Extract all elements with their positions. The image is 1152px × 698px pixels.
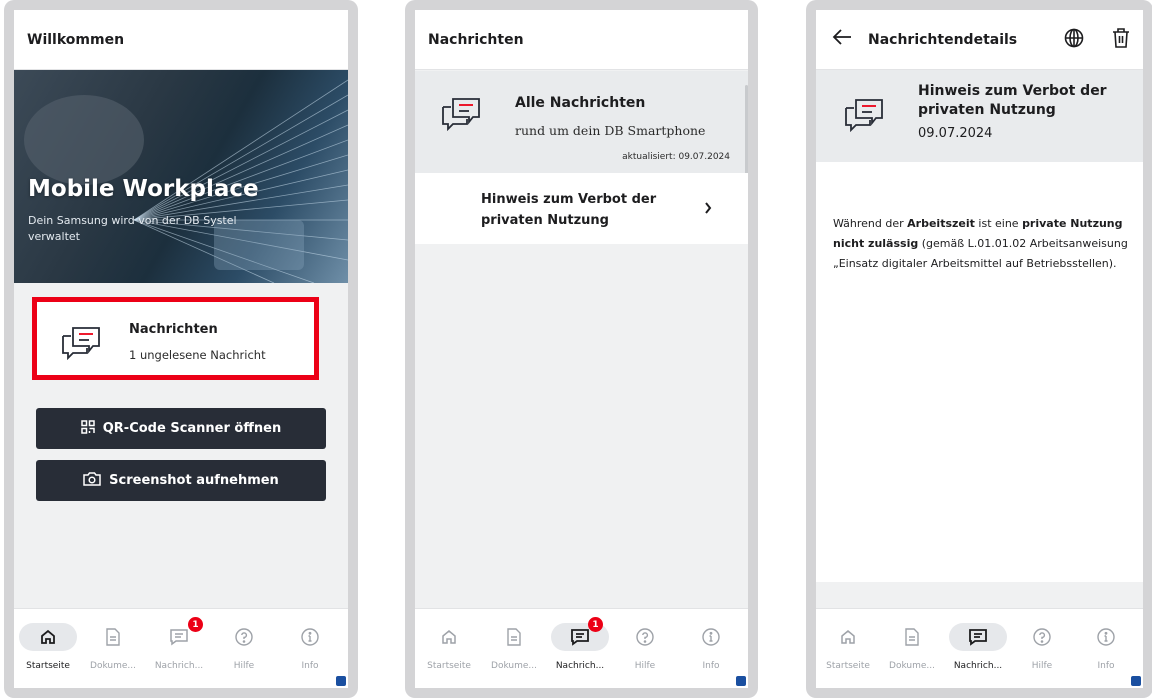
lock-icon: [1131, 676, 1141, 686]
nav-label: Hilfe: [233, 661, 255, 671]
messages-card[interactable]: Nachrichten 1 ungelesene Nachricht: [32, 297, 319, 380]
nav-label: Hilfe: [634, 661, 656, 671]
qr-scanner-label: QR-Code Scanner öffnen: [102, 421, 282, 436]
bottom-navigation: Startseite Dokume... 1 Nachrich... Hilfe…: [14, 608, 348, 688]
info-icon: [281, 623, 339, 651]
page-title: Nachrichten: [428, 31, 524, 48]
messages-card-title: Nachrichten: [129, 322, 218, 337]
hero-subtitle: Dein Samsung wird von der DB Systel verw…: [28, 214, 237, 243]
globe-icon[interactable]: [1064, 28, 1084, 52]
message-text-part: ist eine: [974, 217, 1023, 230]
document-icon: [883, 623, 941, 651]
back-arrow-icon[interactable]: [832, 28, 852, 50]
chevron-right-icon: [704, 199, 712, 218]
home-icon: [819, 623, 877, 651]
nav-info[interactable]: Info: [278, 619, 342, 679]
nav-hilfe[interactable]: Hilfe: [613, 619, 677, 679]
bottom-navigation: Startseite Dokume... Nachrich... Hilfe I…: [816, 608, 1143, 688]
message-title: Hinweis zum Verbot der privaten Nutzung: [918, 83, 1107, 118]
message-item-title: Hinweis zum Verbot der privaten Nutzung: [481, 192, 657, 228]
document-icon: [84, 623, 142, 651]
nav-startseite[interactable]: Startseite: [816, 619, 880, 679]
nav-label: Nachrich...: [953, 661, 1003, 671]
hero-banner: Mobile Workplace Dein Samsung wird von d…: [14, 70, 348, 283]
nav-label: Startseite: [427, 661, 471, 671]
message-icon: [949, 623, 1007, 651]
app-bar: Nachrichtendetails: [816, 10, 1143, 70]
message-body: Während der Arbeitszeit ist eine private…: [816, 162, 1143, 582]
nav-label: Startseite: [26, 661, 70, 671]
page-title: Willkommen: [27, 31, 125, 48]
lock-icon: [336, 676, 346, 686]
help-icon: [215, 623, 273, 651]
nav-hilfe[interactable]: Hilfe: [212, 619, 276, 679]
qr-code-icon: [81, 419, 95, 438]
nav-label: Dokume...: [491, 661, 537, 671]
nav-label: Info: [301, 661, 319, 671]
messages-screen: Nachrichten Alle Nachrichten rund um dei…: [415, 10, 748, 688]
home-icon: [420, 623, 478, 651]
message-date: 09.07.2024: [918, 126, 993, 141]
nav-label: Nachrich...: [555, 661, 605, 671]
phone-welcome: Willkommen Mobile Workplace Dein Samsung…: [4, 0, 358, 698]
document-icon: [485, 623, 543, 651]
nav-label: Info: [1097, 661, 1115, 671]
info-icon: [1077, 623, 1135, 651]
message-text-part: Während der: [833, 217, 908, 230]
nav-startseite[interactable]: Startseite: [16, 619, 80, 679]
welcome-screen: Willkommen Mobile Workplace Dein Samsung…: [14, 10, 348, 688]
help-icon: [616, 623, 674, 651]
nav-label: Nachrich...: [154, 661, 204, 671]
all-messages-header: Alle Nachrichten rund um dein DB Smartph…: [415, 71, 748, 173]
nav-hilfe[interactable]: Hilfe: [1010, 619, 1074, 679]
nav-label: Info: [702, 661, 720, 671]
nav-nachrichten[interactable]: Nachrich...: [946, 619, 1010, 679]
info-icon: [682, 623, 740, 651]
chat-icon: [842, 92, 886, 136]
qr-scanner-button[interactable]: QR-Code Scanner öffnen: [36, 408, 326, 449]
unread-badge: 1: [188, 617, 203, 632]
camera-icon: [83, 471, 101, 490]
lock-icon: [736, 676, 746, 686]
nav-info[interactable]: Info: [679, 619, 743, 679]
screenshot-label: Screenshot aufnehmen: [109, 473, 279, 488]
home-icon: [19, 623, 77, 651]
nav-label: Dokume...: [90, 661, 136, 671]
nav-nachrichten[interactable]: 1 Nachrich...: [147, 617, 211, 679]
nav-label: Dokume...: [889, 661, 935, 671]
message-header: Hinweis zum Verbot der privaten Nutzung …: [816, 70, 1143, 162]
phone-messages: Nachrichten Alle Nachrichten rund um dei…: [405, 0, 758, 698]
help-icon: [1013, 623, 1071, 651]
all-messages-title: Alle Nachrichten: [515, 95, 646, 111]
nav-dokumente[interactable]: Dokume...: [81, 619, 145, 679]
nav-label: Hilfe: [1031, 661, 1053, 671]
message-details-screen: Nachrichtendetails Hinweis zum Verbot de…: [816, 10, 1143, 688]
message-text-bold: Arbeitszeit: [907, 217, 975, 230]
app-bar: Nachrichten: [415, 10, 748, 70]
nav-label: Startseite: [826, 661, 870, 671]
message-list-item[interactable]: Hinweis zum Verbot der privaten Nutzung: [415, 173, 748, 244]
chat-icon: [59, 320, 103, 364]
chat-icon: [439, 91, 483, 135]
screenshot-button[interactable]: Screenshot aufnehmen: [36, 460, 326, 501]
all-messages-subtitle: rund um dein DB Smartphone: [515, 123, 706, 138]
bottom-navigation: Startseite Dokume... 1 Nachrich... Hilfe…: [415, 608, 748, 688]
hero-title: Mobile Workplace: [28, 176, 259, 202]
updated-timestamp: aktualisiert: 09.07.2024: [622, 152, 730, 162]
nav-dokumente[interactable]: Dokume...: [482, 619, 546, 679]
app-bar: Willkommen: [14, 10, 348, 70]
trash-icon[interactable]: [1112, 28, 1130, 52]
nav-nachrichten[interactable]: 1 Nachrich...: [548, 617, 612, 679]
phone-message-details: Nachrichtendetails Hinweis zum Verbot de…: [806, 0, 1152, 698]
message-text: Während der Arbeitszeit ist eine private…: [833, 214, 1133, 274]
nav-dokumente[interactable]: Dokume...: [880, 619, 944, 679]
unread-badge: 1: [588, 617, 603, 632]
nav-info[interactable]: Info: [1074, 619, 1138, 679]
nav-startseite[interactable]: Startseite: [417, 619, 481, 679]
messages-card-subtitle: 1 ungelesene Nachricht: [129, 348, 266, 362]
